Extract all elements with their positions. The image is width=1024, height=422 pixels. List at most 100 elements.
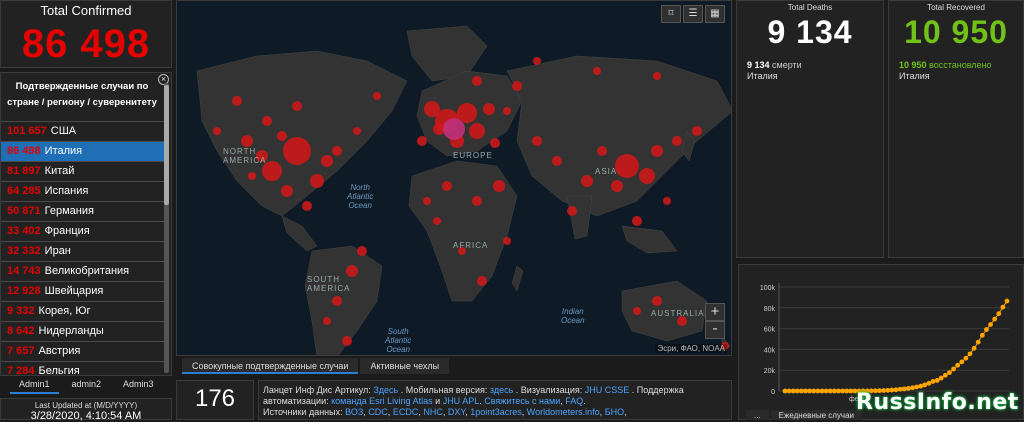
chart-point[interactable] [1004,298,1010,304]
chart-point[interactable] [914,384,919,390]
case-marker[interactable] [672,136,682,146]
chart-point[interactable] [786,388,792,394]
case-marker[interactable] [469,123,485,139]
case-marker[interactable] [248,172,256,180]
case-marker[interactable] [552,156,562,166]
list-item[interactable]: 32 332 Иран [1,241,167,261]
chart-point[interactable] [951,366,956,372]
list-item[interactable]: 86 498 Италия [1,141,167,161]
chart-point[interactable] [811,388,817,394]
bookmark-icon[interactable]: ⌑ [661,5,681,23]
case-marker[interactable] [232,96,242,106]
chart-point[interactable] [942,372,948,378]
world-map[interactable]: ⌑ ☰ ▦ NORTH AMERICA EUROPE ASIA AFRICA S… [176,0,732,356]
case-marker[interactable] [503,107,511,115]
chart-point[interactable] [848,388,854,394]
chart-point[interactable] [963,355,969,361]
source-link[interactable]: 1point3acres [470,407,522,417]
chart-point[interactable] [967,351,973,357]
chart-point[interactable] [992,316,998,322]
source-link[interactable]: ECDC [393,407,419,417]
case-marker[interactable] [213,127,221,135]
chart-point[interactable] [984,327,989,332]
case-marker[interactable] [611,180,623,192]
chart-point[interactable] [790,388,796,394]
jhu-apl-link[interactable]: JHU APL [443,396,480,406]
case-marker[interactable] [581,175,593,187]
case-marker[interactable] [593,67,601,75]
case-marker[interactable] [281,185,293,197]
chart-point[interactable] [996,311,1002,317]
case-marker[interactable] [483,103,495,115]
case-marker[interactable] [663,197,671,205]
case-marker[interactable] [639,168,655,184]
chart-point[interactable] [930,379,936,384]
case-marker[interactable] [477,276,487,286]
chart-point[interactable] [794,388,800,394]
chart-point[interactable] [840,388,845,394]
tab-cumulative-confirmed[interactable]: Совокупные подтвержденные случаи [182,358,359,374]
list-item[interactable]: 101 657 США [1,121,167,141]
selected-marker[interactable] [443,118,465,140]
list-item[interactable]: 8 642 Нидерланды [1,321,167,341]
case-marker[interactable] [597,146,607,156]
case-marker[interactable] [652,296,662,306]
tab-chart-1[interactable]: ... [746,410,769,420]
chart-point[interactable] [782,388,788,394]
chart-point[interactable] [955,362,961,368]
chart-point[interactable] [947,370,952,376]
chart-point[interactable] [803,388,808,394]
case-marker[interactable] [310,174,324,188]
tab-admin2[interactable]: admin2 [62,376,111,394]
chart-point[interactable] [836,388,841,394]
chart-point[interactable] [934,378,940,383]
case-marker[interactable] [632,216,642,226]
case-marker[interactable] [472,76,482,86]
chart-point[interactable] [971,345,977,351]
source-link[interactable]: CDC [368,407,388,417]
source-link[interactable]: ВОЗ [345,407,363,417]
jhu-csse-link[interactable]: JHU CSSE [585,385,630,395]
case-marker[interactable] [433,217,441,225]
case-marker[interactable] [423,197,431,205]
chart-point[interactable] [827,388,833,394]
source-link[interactable]: NHC [423,407,443,417]
case-marker[interactable] [373,92,381,100]
case-marker[interactable] [417,136,427,146]
chart-point[interactable] [988,322,993,327]
map-canvas[interactable] [177,1,732,356]
chart-point[interactable] [918,383,924,389]
case-marker[interactable] [490,138,500,148]
contact-link[interactable]: Свяжитесь с нами [484,396,560,406]
article-link[interactable]: Здесь [373,385,398,395]
tab-daily-cases[interactable]: Ежедневные случаи [770,410,863,420]
case-marker[interactable] [424,101,440,117]
case-marker[interactable] [503,237,511,245]
chart-point[interactable] [1000,304,1006,310]
case-marker[interactable] [277,131,287,141]
case-marker[interactable] [323,317,331,325]
case-marker[interactable] [567,206,577,216]
faq-link[interactable]: FAQ [565,396,583,406]
recovered-list-item[interactable]: 10 950 восстановлено Италия [889,60,1023,82]
chart-point[interactable] [844,388,850,394]
list-item[interactable]: 7 657 Австрия [1,341,167,361]
list-item[interactable]: 14 743 Великобритания [1,261,167,281]
case-marker[interactable] [472,196,482,206]
list-item[interactable]: 81 897 Китай [1,161,167,181]
mobile-link[interactable]: здесь [490,385,513,395]
chart-point[interactable] [799,388,804,394]
list-item[interactable]: 12 928 Швейцария [1,281,167,301]
case-marker[interactable] [292,101,302,111]
chart-point[interactable] [938,375,944,381]
case-marker[interactable] [533,57,541,65]
chart-point[interactable] [926,380,932,386]
legend-list-icon[interactable]: ☰ [683,5,703,23]
case-marker[interactable] [615,154,639,178]
tab-admin3[interactable]: Admin3 [114,376,163,394]
case-marker[interactable] [692,126,702,136]
tab-admin1[interactable]: Admin1 [10,376,59,394]
case-marker[interactable] [651,145,663,157]
case-marker[interactable] [493,180,505,192]
case-marker[interactable] [512,81,522,91]
